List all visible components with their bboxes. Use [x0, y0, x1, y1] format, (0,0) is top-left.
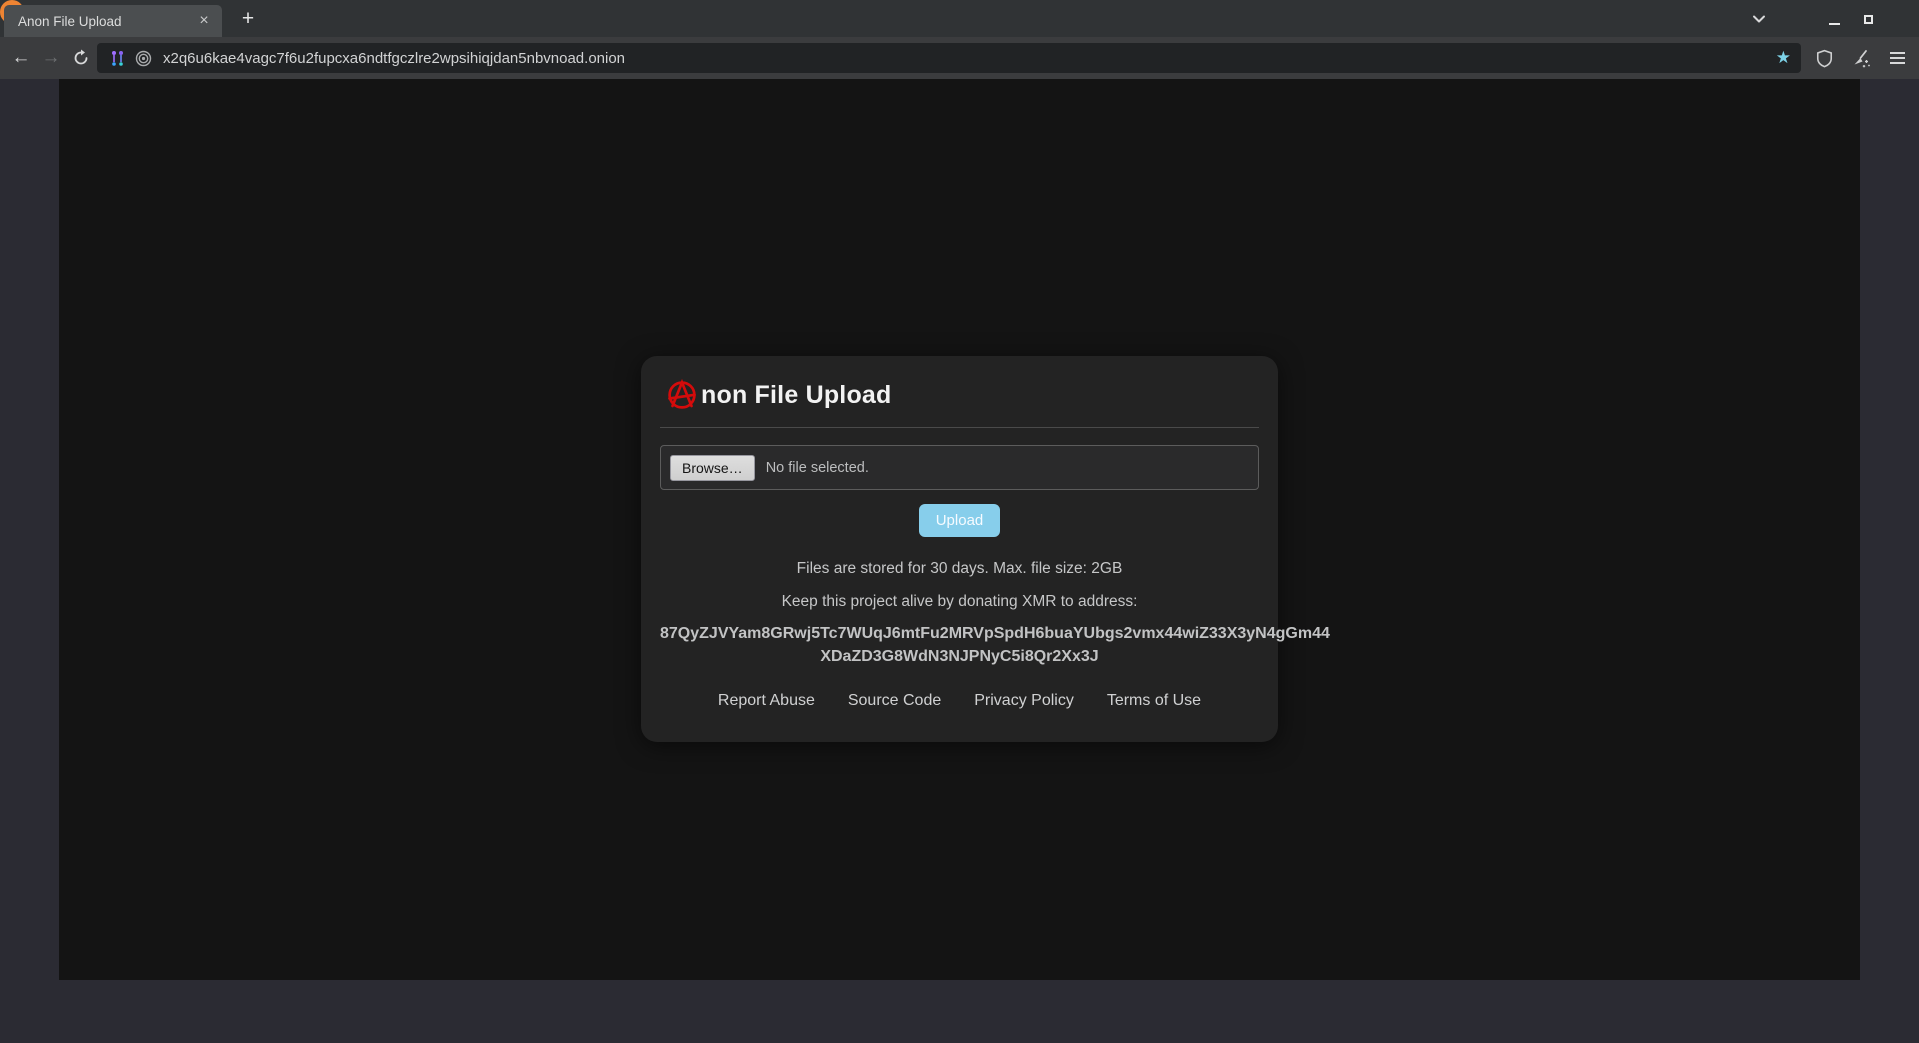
back-button[interactable]: ←: [6, 43, 36, 73]
url-bar[interactable]: x2q6u6kae4vagc7f6u2fupcxa6ndtfgczlre2wps…: [97, 43, 1801, 73]
new-tab-button[interactable]: +: [234, 6, 262, 32]
upload-row: Upload: [660, 504, 1259, 537]
report-abuse-link[interactable]: Report Abuse: [718, 692, 815, 710]
page-title: non File Upload: [660, 378, 1259, 412]
browser-window: Anon File Upload × + × ← →: [0, 0, 1919, 1043]
xmr-address-line-2: XDaZD3G8WdN3NJPNyC5i8Qr2Xx3J: [660, 645, 1259, 668]
tab-anon-file-upload[interactable]: Anon File Upload ×: [4, 5, 222, 37]
url-text[interactable]: x2q6u6kae4vagc7f6u2fupcxa6ndtfgczlre2wps…: [163, 50, 1768, 67]
tab-bar: Anon File Upload × + ×: [0, 0, 1919, 37]
donate-prompt-text: Keep this project alive by donating XMR …: [660, 593, 1259, 611]
hamburger-menu-icon: [1890, 52, 1905, 54]
footer-links: Report Abuse Source Code Privacy Policy …: [660, 692, 1259, 710]
hamburger-menu-button[interactable]: [1883, 45, 1911, 71]
tab-title: Anon File Upload: [18, 14, 194, 29]
page-title-text: non File Upload: [701, 381, 892, 410]
xmr-address-line-1: 87QyZJVYam8GRwj5Tc7WUqJ6mtFu2MRVpSpdH6bu…: [660, 622, 1259, 645]
minimize-icon: [1829, 23, 1840, 26]
maximize-button[interactable]: [1855, 7, 1881, 31]
upload-card: non File Upload Browse… No file selected…: [641, 356, 1278, 742]
title-divider: [660, 427, 1259, 428]
reload-icon: [72, 49, 90, 67]
minimize-button[interactable]: [1821, 7, 1847, 31]
source-code-link[interactable]: Source Code: [848, 692, 941, 710]
xmr-address: 87QyZJVYam8GRwj5Tc7WUqJ6mtFu2MRVpSpdH6bu…: [660, 622, 1259, 668]
tab-close-icon[interactable]: ×: [194, 11, 214, 31]
bookmark-star-icon[interactable]: ★: [1776, 48, 1791, 68]
navigation-toolbar: ← →: [0, 37, 1919, 79]
shield-icon: [1815, 49, 1834, 68]
privacy-policy-link[interactable]: Privacy Policy: [974, 692, 1074, 710]
chevron-down-icon: [1750, 10, 1768, 28]
terms-of-use-link[interactable]: Terms of Use: [1107, 692, 1201, 710]
page-content: non File Upload Browse… No file selected…: [59, 79, 1860, 980]
tor-circuit-icon[interactable]: [107, 48, 127, 68]
new-identity-button[interactable]: [1847, 45, 1875, 71]
maximize-icon: [1864, 15, 1873, 24]
forward-button[interactable]: →: [36, 43, 66, 73]
storage-info-text: Files are stored for 30 days. Max. file …: [660, 560, 1259, 578]
anarchy-a-logo-icon: [665, 378, 699, 412]
upload-button[interactable]: Upload: [919, 504, 1001, 537]
onion-site-icon[interactable]: [133, 48, 153, 68]
security-level-button[interactable]: [1810, 45, 1838, 71]
broom-icon: [1851, 48, 1871, 68]
list-tabs-button[interactable]: [1745, 7, 1773, 31]
letterbox-area: non File Upload Browse… No file selected…: [0, 79, 1919, 1043]
file-status-text: No file selected.: [766, 460, 869, 476]
reload-button[interactable]: [66, 43, 96, 73]
file-input[interactable]: Browse… No file selected.: [660, 445, 1259, 490]
browse-button[interactable]: Browse…: [670, 455, 755, 481]
